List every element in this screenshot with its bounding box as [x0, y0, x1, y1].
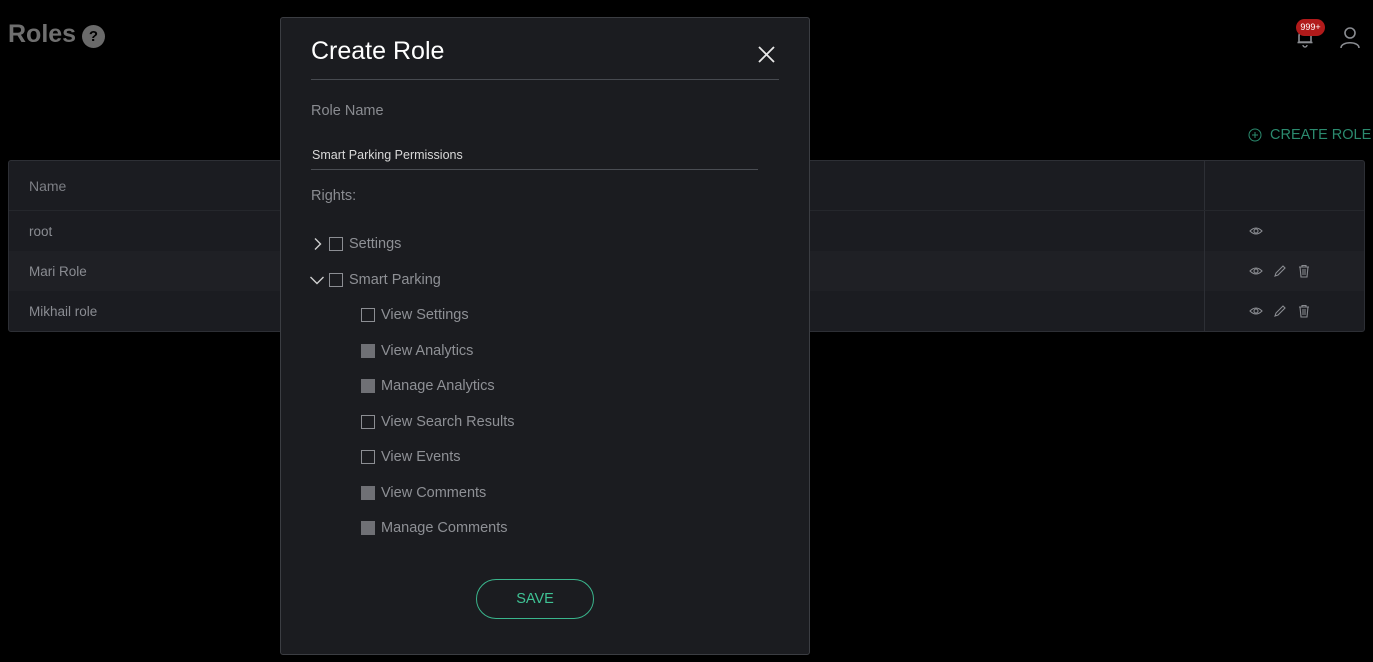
rights-group-label: Settings — [349, 236, 402, 252]
right-item-view-search-results[interactable]: View Search Results — [361, 412, 515, 432]
eye-icon[interactable] — [1249, 304, 1263, 318]
row-actions — [1204, 291, 1364, 331]
divider — [311, 79, 779, 80]
right-item-label: View Analytics — [381, 343, 474, 359]
eye-icon[interactable] — [1249, 264, 1263, 278]
smart-parking-checkbox[interactable] — [329, 273, 343, 287]
view-settings-checkbox[interactable] — [361, 308, 375, 322]
right-item-label: View Settings — [381, 307, 469, 323]
right-item-label: Manage Analytics — [381, 378, 495, 394]
trash-icon[interactable] — [1297, 304, 1311, 318]
view-analytics-checkbox[interactable] — [361, 344, 375, 358]
role-name-input[interactable] — [311, 140, 758, 170]
row-actions — [1204, 211, 1364, 251]
plus-circle-icon — [1248, 128, 1262, 142]
manage-comments-checkbox[interactable] — [361, 521, 375, 535]
right-item-manage-analytics[interactable]: Manage Analytics — [361, 376, 495, 396]
pencil-icon[interactable] — [1273, 304, 1287, 318]
chevron-right-icon[interactable] — [311, 237, 325, 251]
eye-icon[interactable] — [1249, 224, 1263, 238]
settings-checkbox[interactable] — [329, 237, 343, 251]
right-item-view-settings[interactable]: View Settings — [361, 305, 469, 325]
column-header-actions — [1204, 161, 1364, 210]
page-title: Roles — [8, 20, 77, 48]
dialog-title: Create Role — [311, 37, 445, 65]
close-icon[interactable] — [757, 45, 776, 64]
view-events-checkbox[interactable] — [361, 450, 375, 464]
rights-label: Rights: — [311, 188, 357, 204]
notification-badge: 999+ — [1296, 19, 1325, 36]
view-search-results-checkbox[interactable] — [361, 415, 375, 429]
create-role-button[interactable]: CREATE ROLE — [1248, 127, 1371, 143]
help-icon[interactable]: ? — [82, 25, 105, 48]
create-role-dialog: Create Role Role Name Rights: Settings S… — [280, 17, 810, 655]
create-role-label: CREATE ROLE — [1270, 127, 1372, 143]
right-item-label: View Events — [381, 449, 461, 465]
right-item-view-comments[interactable]: View Comments — [361, 483, 486, 503]
right-item-manage-comments[interactable]: Manage Comments — [361, 518, 508, 538]
trash-icon[interactable] — [1297, 264, 1311, 278]
view-comments-checkbox[interactable] — [361, 486, 375, 500]
manage-analytics-checkbox[interactable] — [361, 379, 375, 393]
right-item-label: View Comments — [381, 485, 487, 501]
rights-group-smart-parking[interactable]: Smart Parking — [309, 270, 441, 290]
pencil-icon[interactable] — [1273, 264, 1287, 278]
right-item-label: View Search Results — [381, 414, 515, 430]
right-item-label: Manage Comments — [381, 520, 508, 536]
save-button[interactable]: SAVE — [476, 579, 594, 619]
right-item-view-events[interactable]: View Events — [361, 447, 461, 467]
rights-group-label: Smart Parking — [349, 272, 441, 288]
role-name-label: Role Name — [311, 103, 384, 119]
row-actions — [1204, 251, 1364, 291]
chevron-down-icon[interactable] — [309, 273, 325, 287]
right-item-view-analytics[interactable]: View Analytics — [361, 341, 473, 361]
rights-group-settings[interactable]: Settings — [311, 234, 401, 254]
user-icon[interactable] — [1338, 25, 1362, 49]
